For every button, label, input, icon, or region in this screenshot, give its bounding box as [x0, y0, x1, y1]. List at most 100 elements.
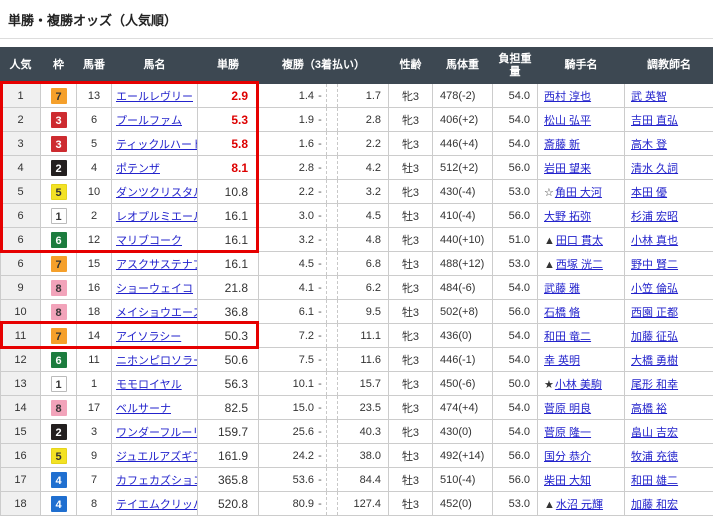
place-odds-dash: -	[314, 330, 326, 342]
jockey-cell: 西村 淳也	[538, 84, 625, 108]
trainer-cell: 小笠 倫弘	[625, 276, 713, 300]
trainer-name-link[interactable]: 畠山 吉宏	[631, 427, 678, 439]
sex-age-cell: 牡3	[389, 444, 433, 468]
jockey-name-link[interactable]: 斎藤 新	[544, 139, 580, 151]
trainer-name-link[interactable]: 野中 賢二	[631, 259, 678, 271]
place-odds-low: 7.5	[259, 354, 314, 366]
horse-name-link[interactable]: エールレヴリー	[116, 91, 193, 103]
horse-name-link[interactable]: ニホンピロソラーナ	[116, 355, 198, 367]
jockey-cell: ☆角田 大河	[538, 180, 625, 204]
table-row: 1848テイエムクリッパー520.880.9-127.4牡3452(0)53.0…	[1, 492, 713, 516]
place-odds-high: 2.8	[338, 114, 388, 126]
horse-name-link[interactable]: マリブコーク	[116, 235, 182, 247]
jockey-name-link[interactable]: 水沼 元輝	[556, 499, 603, 511]
horse-number-cell: 18	[77, 300, 112, 324]
odds-table: 人気枠馬番馬名単勝複勝（3着払い）性齢馬体重負担重量騎手名調教師名 1713エー…	[0, 47, 713, 516]
trainer-name-link[interactable]: 大橋 勇樹	[631, 355, 678, 367]
win-odds-cell: 520.8	[198, 492, 259, 516]
column-header-sexage: 性齢	[389, 48, 433, 84]
jockey-name-link[interactable]: 菅原 明良	[544, 403, 591, 415]
trainer-name-link[interactable]: 高木 登	[631, 139, 667, 151]
load-weight-cell: 50.0	[493, 372, 538, 396]
trainer-name-link[interactable]: 杉浦 宏昭	[631, 211, 678, 223]
win-odds-cell: 2.9	[198, 84, 259, 108]
place-odds-low: 2.8	[259, 162, 314, 174]
column-header-jockey: 騎手名	[538, 48, 625, 84]
horse-number-cell: 1	[77, 372, 112, 396]
jockey-name-link[interactable]: 西村 淳也	[544, 91, 591, 103]
place-odds-low: 1.9	[259, 114, 314, 126]
trainer-name-link[interactable]: 吉田 直弘	[631, 115, 678, 127]
jockey-name-link[interactable]: 国分 恭介	[544, 451, 591, 463]
place-odds-cell: 3.2-4.8	[259, 228, 389, 252]
horse-name-link[interactable]: プールファム	[116, 115, 182, 127]
horse-number-cell: 14	[77, 324, 112, 348]
horse-name-link[interactable]: メイショウエース	[116, 307, 198, 319]
jockey-name-link[interactable]: 武藤 雅	[544, 283, 580, 295]
jockey-name-link[interactable]: 角田 大河	[555, 187, 602, 199]
trainer-name-link[interactable]: 牧浦 充徳	[631, 451, 678, 463]
horse-name-link[interactable]: レオプルミエール	[116, 211, 198, 223]
trainer-name-link[interactable]: 武 英智	[631, 91, 667, 103]
horse-name-link[interactable]: カフェカズショコラ	[116, 475, 198, 487]
horse-name-link[interactable]: アスクサステナブル	[116, 259, 198, 271]
win-odds-value: 5.8	[231, 137, 248, 151]
horse-name-link[interactable]: ジュエルアズギフト	[116, 451, 198, 463]
jockey-name-link[interactable]: 大野 拓弥	[544, 211, 591, 223]
horse-name-link[interactable]: ダンツクリスタル	[116, 187, 198, 199]
load-weight-cell: 54.0	[493, 396, 538, 420]
jockey-name-link[interactable]: 田口 貫太	[556, 235, 603, 247]
place-odds-low: 4.1	[259, 282, 314, 294]
horse-name-link[interactable]: モモロイヤル	[116, 379, 182, 391]
horse-name-link[interactable]: ポテンザ	[116, 163, 160, 175]
win-odds-cell: 5.8	[198, 132, 259, 156]
jockey-name-link[interactable]: 松山 弘平	[544, 115, 591, 127]
trainer-name-link[interactable]: 本田 優	[631, 187, 667, 199]
trainer-name-link[interactable]: 加藤 和宏	[631, 499, 678, 511]
jockey-name-link[interactable]: 西塚 洸二	[556, 259, 603, 271]
jockey-name-link[interactable]: 岩田 望来	[544, 163, 591, 175]
jockey-name-link[interactable]: 幸 英明	[544, 355, 580, 367]
waku-cell: 7	[41, 324, 77, 348]
table-row: 1523ワンダーフルーリ159.725.6-40.3牝3430(0)54.0菅原…	[1, 420, 713, 444]
place-odds-high: 84.4	[338, 474, 388, 486]
horse-name-link[interactable]: アイソラシー	[116, 331, 181, 343]
waku-badge: 5	[51, 184, 67, 200]
trainer-name-link[interactable]: 小林 真也	[631, 235, 678, 247]
horse-name-link[interactable]: テイエムクリッパー	[116, 499, 198, 511]
horse-name-link[interactable]: ティックルハート	[116, 139, 198, 151]
table-row: 6715アスクサステナブル16.14.5-6.8牡3488(+12)53.0▲西…	[1, 252, 713, 276]
place-odds-cell: 80.9-127.4	[259, 492, 389, 516]
sex-age-cell: 牝3	[389, 276, 433, 300]
jockey-name-link[interactable]: 菅原 隆一	[544, 427, 591, 439]
place-odds-high: 4.5	[338, 210, 388, 222]
jockey-name-link[interactable]: 小林 美駒	[555, 379, 602, 391]
jockey-name-link[interactable]: 和田 竜二	[544, 331, 591, 343]
waku-badge: 3	[51, 136, 67, 152]
place-odds-high: 11.6	[338, 354, 388, 366]
rank-cell: 17	[1, 468, 41, 492]
trainer-name-link[interactable]: 加藤 征弘	[631, 331, 678, 343]
jockey-name-link[interactable]: 石橋 脩	[544, 307, 580, 319]
horse-name-link[interactable]: ベルサーナ	[116, 403, 171, 415]
trainer-name-link[interactable]: 小笠 倫弘	[631, 283, 678, 295]
horse-weight-cell: 474(+4)	[433, 396, 493, 420]
horse-name-link[interactable]: ショーウェイコ	[116, 283, 193, 295]
jockey-name-link[interactable]: 柴田 大知	[544, 475, 591, 487]
place-odds-separator	[326, 108, 338, 131]
trainer-name-link[interactable]: 和田 雄二	[631, 475, 678, 487]
horse-name-cell: アスクサステナブル	[112, 252, 198, 276]
trainer-name-link[interactable]: 西園 正都	[631, 307, 678, 319]
trainer-name-link[interactable]: 高橋 裕	[631, 403, 667, 415]
trainer-name-link[interactable]: 清水 久詞	[631, 163, 678, 175]
waku-cell: 3	[41, 132, 77, 156]
horse-number-cell: 12	[77, 228, 112, 252]
place-odds-separator	[326, 372, 338, 395]
place-odds-separator	[326, 300, 338, 323]
win-odds-cell: 159.7	[198, 420, 259, 444]
trainer-name-link[interactable]: 尾形 和幸	[631, 379, 678, 391]
place-odds-separator	[326, 420, 338, 443]
place-odds-low: 1.6	[259, 138, 314, 150]
place-odds-dash: -	[314, 234, 326, 246]
horse-name-link[interactable]: ワンダーフルーリ	[116, 427, 198, 439]
